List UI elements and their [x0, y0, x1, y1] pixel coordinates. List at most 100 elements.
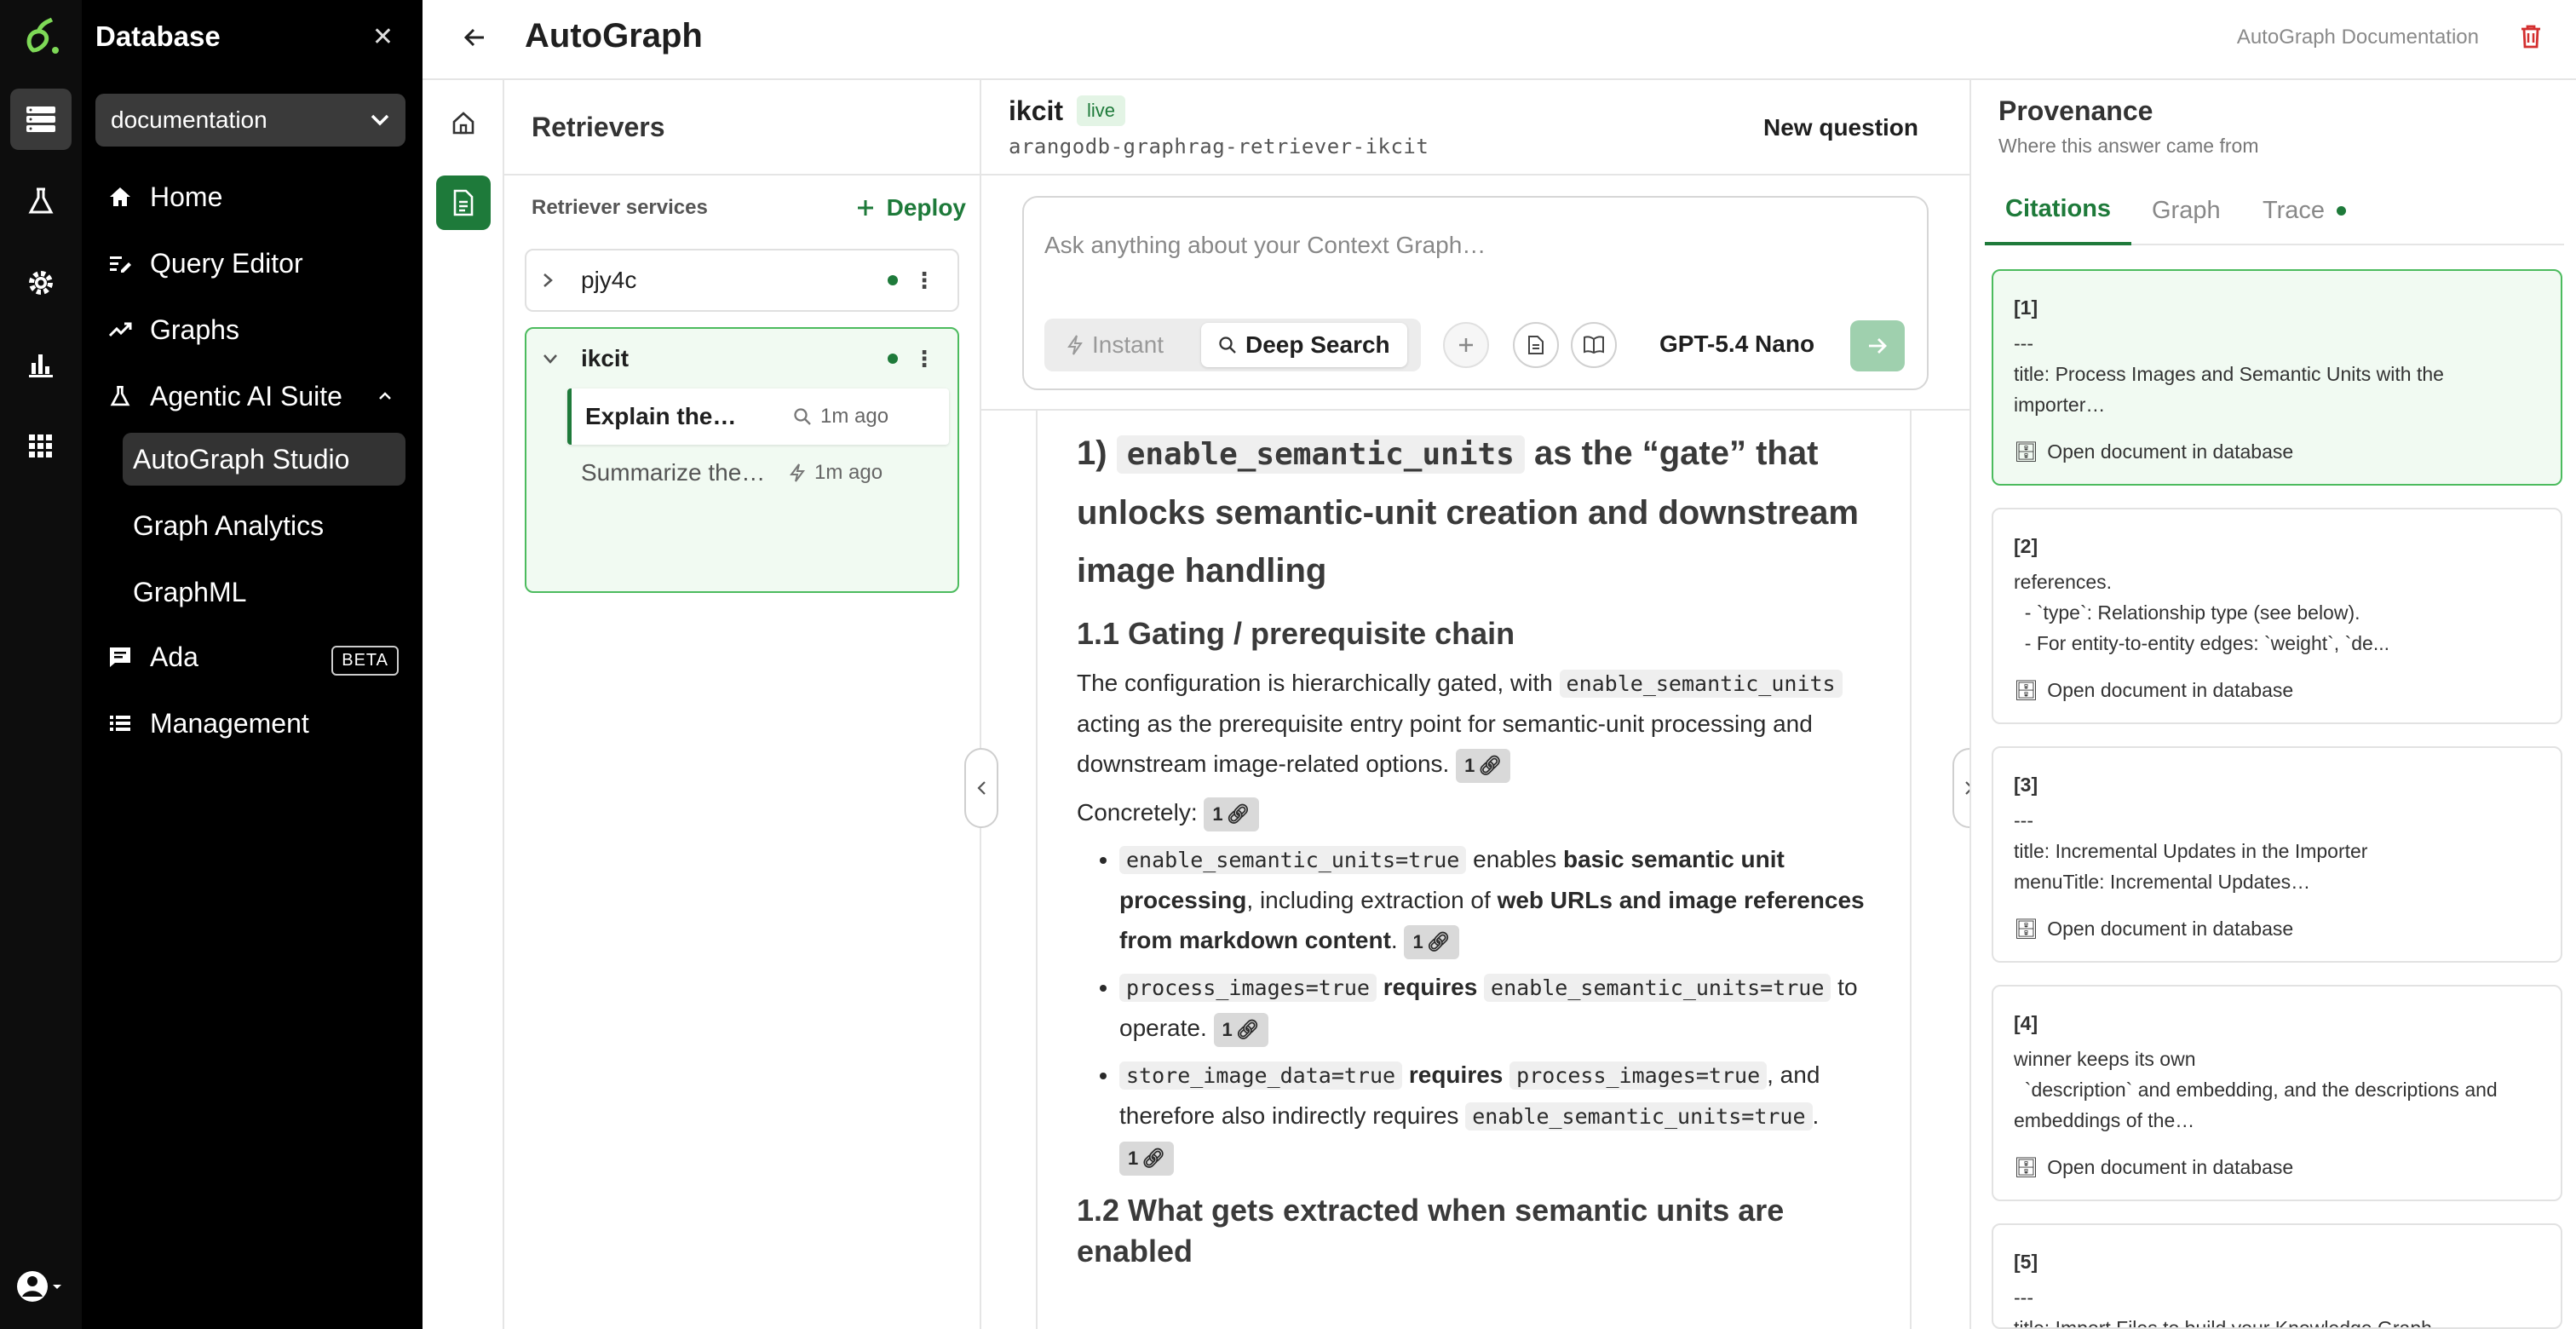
- open-document-link[interactable]: 🗄︎ Open document in database: [2014, 440, 2293, 463]
- link-icon: 🔗︎: [1141, 1148, 1166, 1170]
- nav-item-management[interactable]: Management: [82, 697, 309, 750]
- studio-home-icon[interactable]: [436, 95, 491, 150]
- plus-icon: [856, 198, 875, 217]
- account-menu[interactable]: [7, 1256, 75, 1317]
- answer-heading-1-2: 1.2 What gets extracted when semantic un…: [1077, 1193, 1785, 1269]
- new-question-button[interactable]: New question: [1763, 114, 1918, 141]
- citation-chip[interactable]: 1 🔗︎: [1119, 1141, 1175, 1176]
- citation-excerpt: --- title: Incremental Updates in the Im…: [2014, 809, 2368, 893]
- nav-label-ada: Ada: [150, 641, 198, 672]
- lightning-icon: [1067, 334, 1084, 356]
- citation-excerpt: references. - `type`: Relationship type …: [2014, 571, 2389, 654]
- nav-item-ada[interactable]: Ada: [82, 630, 198, 683]
- collapse-left-handle[interactable]: [964, 748, 998, 828]
- citation-card[interactable]: [4] winner keeps its own `description` a…: [1992, 985, 2562, 1201]
- thread-item[interactable]: Explain the… 1m ago: [567, 388, 949, 445]
- database-icon: 🗄︎: [2014, 1156, 2039, 1178]
- nav-item-graphs[interactable]: Graphs: [82, 303, 239, 356]
- tab-graph[interactable]: Graph: [2131, 175, 2241, 245]
- search-icon: [1218, 336, 1237, 354]
- citation-chip[interactable]: 1 🔗︎: [1213, 1012, 1268, 1047]
- nav-item-graph-analytics[interactable]: Graph Analytics: [123, 499, 405, 552]
- status-dot: [2337, 205, 2347, 216]
- deploy-button[interactable]: Deploy: [856, 194, 966, 222]
- chevron-right-icon[interactable]: [542, 272, 567, 289]
- apps-grid-icon[interactable]: [10, 416, 72, 477]
- citation-card[interactable]: [1] --- title: Process Images and Semant…: [1992, 269, 2562, 486]
- gear-icon[interactable]: [10, 252, 72, 314]
- citation-chip[interactable]: 1 🔗︎: [1404, 924, 1459, 959]
- mode-deep-search-button[interactable]: Deep Search: [1201, 323, 1407, 367]
- answer-heading-1-1: 1.1 Gating / prerequisite chain: [1077, 616, 1515, 651]
- citation-card[interactable]: [5] --- title: Import Files to build you…: [1992, 1223, 2562, 1329]
- provenance-subtitle: Where this answer came from: [1998, 135, 2259, 157]
- deploy-label: Deploy: [886, 194, 966, 221]
- nav-item-query-editor[interactable]: Query Editor: [82, 237, 303, 290]
- flask-icon[interactable]: [10, 170, 72, 232]
- citation-card[interactable]: [3] --- title: Incremental Updates in th…: [1992, 746, 2562, 963]
- tab-trace-label: Trace: [2263, 196, 2326, 224]
- link-icon: 🔗︎: [1478, 755, 1503, 777]
- add-attachment-button[interactable]: [1443, 322, 1489, 368]
- chevron-down-icon[interactable]: [542, 353, 567, 365]
- more-options-icon[interactable]: ⋮: [913, 346, 935, 372]
- documentation-link[interactable]: AutoGraph Documentation: [2237, 26, 2479, 49]
- tab-citations[interactable]: Citations: [1985, 175, 2132, 245]
- tab-trace[interactable]: Trace: [2242, 175, 2366, 245]
- database-icon[interactable]: [10, 89, 72, 150]
- chevron-down-icon: [370, 113, 390, 127]
- bar-chart-icon[interactable]: [10, 334, 72, 395]
- link-icon: 🔗︎: [1226, 803, 1251, 826]
- open-book-icon: [1583, 336, 1605, 354]
- database-icon: 🗄︎: [2014, 440, 2039, 463]
- mode-instant-button[interactable]: Instant: [1049, 323, 1181, 367]
- thread-title: Summarize the…: [581, 459, 766, 486]
- nav-label-query-editor: Query Editor: [150, 247, 303, 279]
- nav-item-agentic-ai-suite[interactable]: Agentic AI Suite: [82, 370, 423, 423]
- open-document-link[interactable]: 🗄︎ Open document in database: [2014, 918, 2293, 941]
- retriever-card-ikcit[interactable]: ikcit ⋮ Explain the… 1m ago Summarize th…: [525, 327, 959, 593]
- back-arrow-icon[interactable]: [462, 22, 487, 53]
- question-composer[interactable]: Ask anything about your Context Graph… I…: [1022, 196, 1929, 390]
- app-header: AutoGraph AutoGraph Documentation: [423, 0, 2576, 80]
- send-button[interactable]: [1850, 320, 1905, 371]
- citation-number: [5]: [2014, 1251, 2038, 1273]
- answer-heading-1: 1) enable_semantic_units as the “gate” t…: [1077, 434, 1859, 590]
- document-button[interactable]: [1513, 322, 1559, 368]
- more-options-icon[interactable]: ⋮: [913, 268, 935, 294]
- citation-chip[interactable]: 1 🔗︎: [1456, 748, 1511, 783]
- nav-item-home[interactable]: Home: [82, 170, 222, 223]
- arrow-right-icon: [1866, 337, 1889, 355]
- nav-item-graphml[interactable]: GraphML: [123, 566, 405, 618]
- logo-icon: [10, 7, 72, 68]
- mode-deep-search-label: Deep Search: [1245, 331, 1390, 358]
- retriever-card-pjy4c[interactable]: pjy4c ⋮: [525, 249, 959, 312]
- citation-number: [4]: [2014, 1012, 2038, 1034]
- status-dot: [888, 354, 898, 364]
- thread-item[interactable]: Summarize the… 1m ago: [567, 445, 949, 501]
- citation-card[interactable]: [2] references. - `type`: Relationship t…: [1992, 508, 2562, 724]
- nav-item-autograph-studio[interactable]: AutoGraph Studio: [123, 433, 405, 486]
- list-icon: [106, 713, 135, 734]
- answer-content: 1) enable_semantic_units as the “gate” t…: [1036, 411, 1912, 1329]
- open-document-link[interactable]: 🗄︎ Open document in database: [2014, 679, 2293, 702]
- icon-rail: [0, 0, 82, 1329]
- close-icon[interactable]: ✕: [372, 22, 394, 52]
- thread-time: 1m ago: [820, 405, 889, 428]
- answer-paragraph: Concretely: 1 🔗︎: [1077, 792, 1871, 832]
- citation-chip[interactable]: 1 🔗︎: [1204, 797, 1259, 831]
- thread-title: Explain the…: [585, 403, 737, 429]
- search-icon: [793, 407, 812, 426]
- trash-icon[interactable]: [2520, 24, 2542, 49]
- service-id: arangodb-graphrag-retriever-ikcit: [1009, 135, 1429, 158]
- open-document-link[interactable]: 🗄︎ Open document in database: [2014, 1156, 2293, 1179]
- database-select[interactable]: documentation: [95, 94, 405, 147]
- trending-icon: [106, 321, 135, 338]
- retrievers-document-icon[interactable]: [436, 175, 491, 230]
- question-input[interactable]: Ask anything about your Context Graph…: [1044, 232, 1486, 259]
- chevron-up-icon: [378, 391, 392, 401]
- model-selector[interactable]: GPT-5.4 Nano: [1659, 331, 1814, 358]
- page-title: AutoGraph: [525, 17, 703, 55]
- book-button[interactable]: [1571, 322, 1617, 368]
- studio-rail: [423, 80, 504, 1329]
